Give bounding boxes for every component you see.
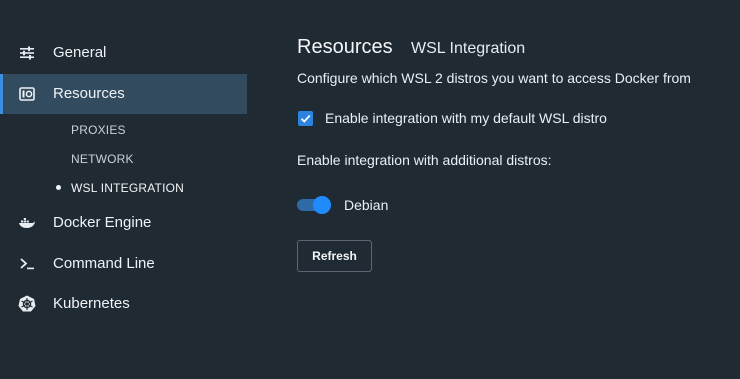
default-distro-checkbox-label[interactable]: Enable integration with my default WSL d…: [325, 110, 607, 126]
whale-icon: [18, 215, 36, 231]
sliders-icon: [18, 45, 36, 61]
debian-toggle[interactable]: [297, 196, 332, 214]
page-subtitle: WSL Integration: [411, 40, 526, 57]
sidebar-item-label: Docker Engine: [53, 214, 152, 231]
sidebar-subitem-network[interactable]: NETWORK: [71, 152, 134, 166]
additional-distros-label: Enable integration with additional distr…: [297, 152, 552, 168]
sidebar-subitem-wsl-integration[interactable]: WSL INTEGRATION: [71, 181, 184, 195]
current-page-bullet: [56, 185, 61, 190]
toggle-knob: [313, 196, 331, 214]
sidebar-item-kubernetes[interactable]: Kubernetes: [0, 284, 247, 324]
refresh-button[interactable]: Refresh: [297, 240, 372, 272]
sidebar-item-general[interactable]: General: [0, 33, 247, 73]
terminal-icon: [18, 256, 36, 272]
sidebar-item-docker-engine[interactable]: Docker Engine: [0, 203, 247, 243]
default-distro-checkbox[interactable]: [298, 111, 313, 126]
sidebar-item-label: General: [53, 44, 107, 61]
debian-distro-label: Debian: [344, 197, 389, 213]
sidebar-item-command-line[interactable]: Command Line: [0, 244, 247, 284]
sidebar-item-label: Kubernetes: [53, 295, 130, 312]
sidebar-item-resources[interactable]: Resources: [0, 74, 247, 114]
section-description: Configure which WSL 2 distros you want t…: [297, 70, 691, 86]
resources-icon: [18, 86, 36, 102]
kubernetes-helm-icon: [18, 295, 36, 312]
sidebar-item-label: Resources: [53, 85, 125, 102]
sidebar-subitem-proxies[interactable]: PROXIES: [71, 123, 126, 137]
settings-sidebar: General Resources PROXIES NETWORK WSL IN…: [0, 0, 247, 379]
page-title: Resources: [297, 36, 393, 58]
sidebar-item-label: Command Line: [53, 255, 155, 272]
settings-content: Resources WSL Integration Configure whic…: [297, 0, 740, 379]
checkmark-icon: [300, 114, 311, 123]
